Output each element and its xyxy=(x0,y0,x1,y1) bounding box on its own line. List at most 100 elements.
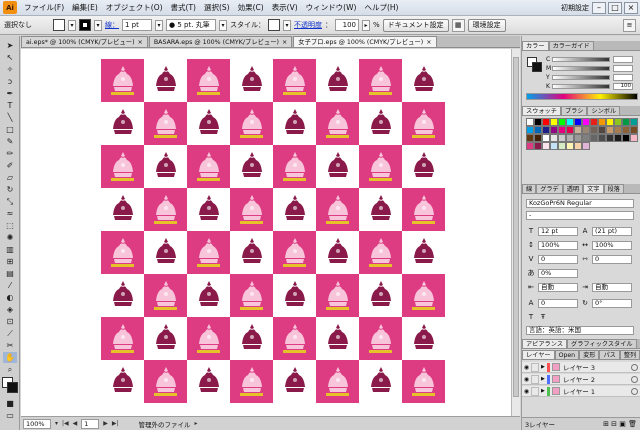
tab-color-guide[interactable]: カラーガイド xyxy=(548,41,594,50)
artboard-canvas[interactable] xyxy=(21,49,511,416)
tab-layers[interactable]: レイヤー xyxy=(522,350,555,359)
rectangle-tool-icon[interactable]: □ xyxy=(3,124,17,135)
lock-toggle[interactable] xyxy=(531,374,539,384)
layer-row[interactable]: ◉ ▶ レイヤー 1 xyxy=(522,386,640,397)
stroke-weight-field[interactable]: 1 pt xyxy=(122,19,152,31)
color-swatch[interactable] xyxy=(542,142,550,150)
color-swatch[interactable] xyxy=(542,126,550,134)
slider-track[interactable] xyxy=(552,65,610,71)
tab-open[interactable]: Open xyxy=(554,350,580,359)
color-swatch[interactable] xyxy=(558,142,566,150)
warp-tool-icon[interactable]: ≈ xyxy=(3,208,17,219)
slider-track[interactable] xyxy=(552,56,610,62)
lock-toggle[interactable] xyxy=(531,362,539,372)
restore-button[interactable]: □ xyxy=(608,1,622,14)
stroke-label-link[interactable]: 線： xyxy=(105,20,119,30)
zoom-field[interactable]: 100% xyxy=(23,418,51,429)
color-swatch[interactable] xyxy=(606,118,614,126)
language-field[interactable]: 言語：英語：米国 xyxy=(526,325,634,335)
color-swatch[interactable] xyxy=(526,134,534,142)
prev-page-icon[interactable]: ◀ xyxy=(73,420,78,427)
baseline-shift-field[interactable]: 0 xyxy=(538,298,578,308)
last-page-icon[interactable]: ▶| xyxy=(112,420,119,427)
tab-brushes[interactable]: ブラシ xyxy=(560,106,588,115)
minimize-button[interactable]: – xyxy=(592,1,606,14)
doc-tab-2[interactable]: BASARA.eps @ 100% (CMYK/プレビュー) × xyxy=(148,36,293,47)
layer-name[interactable]: レイヤー 2 xyxy=(563,374,631,384)
pen-tool-icon[interactable]: ✒ xyxy=(3,88,17,99)
tab-align[interactable]: 整列 xyxy=(619,350,640,359)
tab-graphic-styles[interactable]: グラフィックスタイル xyxy=(567,339,637,348)
menu-window[interactable]: ウィンドウ(W) xyxy=(302,0,361,16)
layer-actions-icons[interactable]: ⊞ ⊟ ▣ 🗑 xyxy=(603,420,637,428)
rotate-tool-icon[interactable]: ↻ xyxy=(3,184,17,195)
color-swatch[interactable] xyxy=(590,134,598,142)
black-value[interactable]: 100 xyxy=(613,82,633,90)
doc-tab-1[interactable]: ai.eps* @ 100% (CMYK/プレビュー) × xyxy=(21,36,148,47)
direct-selection-tool-icon[interactable]: ↖ xyxy=(3,52,17,63)
color-swatch[interactable] xyxy=(526,118,534,126)
color-swatch[interactable] xyxy=(550,134,558,142)
symbol-sprayer-tool-icon[interactable]: ✺ xyxy=(3,232,17,243)
color-swatch[interactable] xyxy=(598,126,606,134)
color-swatch[interactable] xyxy=(630,126,638,134)
aki-right-field[interactable]: 自動 xyxy=(592,282,632,292)
color-swatch[interactable] xyxy=(574,134,582,142)
live-paint-tool-icon[interactable]: ◈ xyxy=(3,304,17,315)
color-swatch[interactable] xyxy=(622,126,630,134)
gradient-tool-icon[interactable]: ▤ xyxy=(3,268,17,279)
opacity-dropdown-icon[interactable]: ▸ xyxy=(362,19,370,31)
cyan-slider[interactable]: C xyxy=(546,55,638,63)
tsume-field[interactable]: 0% xyxy=(538,268,578,278)
magic-wand-tool-icon[interactable]: ✧ xyxy=(3,64,17,75)
layer-name[interactable]: レイヤー 1 xyxy=(563,386,631,396)
layer-target-icon[interactable] xyxy=(631,363,638,371)
layer-row[interactable]: ◉ ▶ レイヤー 2 xyxy=(522,374,640,385)
stroke-weight-dropdown-icon[interactable]: ▾ xyxy=(155,19,163,31)
eye-icon[interactable]: ◉ xyxy=(522,364,531,371)
color-swatch[interactable] xyxy=(590,118,598,126)
stroke-color-box[interactable] xyxy=(7,382,18,393)
font-size-field[interactable]: 12 pt xyxy=(538,226,578,236)
color-swatch[interactable] xyxy=(574,118,582,126)
free-transform-tool-icon[interactable]: ⬚ xyxy=(3,220,17,231)
font-style-field[interactable]: - xyxy=(526,210,634,220)
color-swatch[interactable] xyxy=(630,118,638,126)
color-swatch[interactable] xyxy=(534,118,542,126)
graph-tool-icon[interactable]: ▥ xyxy=(3,244,17,255)
color-swatch[interactable] xyxy=(582,126,590,134)
cyan-value[interactable] xyxy=(613,55,633,63)
tab-transparency[interactable]: 透明 xyxy=(562,184,584,193)
arrange-icon[interactable]: ▦ xyxy=(451,18,465,32)
tab-character[interactable]: 文字 xyxy=(583,184,604,193)
color-swatch[interactable] xyxy=(582,134,590,142)
stroke-dropdown-icon[interactable]: ▾ xyxy=(94,19,102,31)
layer-target-icon[interactable] xyxy=(631,387,638,395)
tab-symbols[interactable]: シンボル xyxy=(587,106,621,115)
color-swatch[interactable] xyxy=(542,134,550,142)
color-swatch[interactable] xyxy=(558,126,566,134)
yellow-slider[interactable]: Y xyxy=(546,73,638,81)
eyedropper-tool-icon[interactable]: ⁄ xyxy=(3,280,17,291)
color-swatch[interactable] xyxy=(598,118,606,126)
close-icon[interactable]: × xyxy=(426,39,431,46)
vertical-scrollbar[interactable] xyxy=(511,49,520,416)
menu-file[interactable]: ファイル(F) xyxy=(20,0,68,16)
tab-transform[interactable]: 変形 xyxy=(579,350,600,359)
underline-icon[interactable]: T xyxy=(526,313,536,321)
tracking-field[interactable]: 0 xyxy=(592,254,632,264)
page-field[interactable]: 1 xyxy=(81,418,100,429)
menu-edit[interactable]: 編集(E) xyxy=(68,0,102,16)
color-swatch[interactable] xyxy=(590,126,598,134)
style-dropdown-icon[interactable]: ▾ xyxy=(283,19,291,31)
color-swatch[interactable] xyxy=(574,126,582,134)
preferences-button[interactable]: 環境設定 xyxy=(467,18,506,32)
color-swatch[interactable] xyxy=(526,142,534,150)
opacity-field[interactable]: 100 xyxy=(335,19,359,31)
color-mode-icon[interactable]: ■ xyxy=(3,398,17,409)
zoom-dropdown-icon[interactable]: ▾ xyxy=(55,420,58,427)
magenta-value[interactable] xyxy=(613,64,633,72)
lock-toggle[interactable] xyxy=(531,386,539,396)
color-spectrum[interactable] xyxy=(526,93,638,100)
strikethrough-icon[interactable]: Ŧ xyxy=(538,313,548,321)
